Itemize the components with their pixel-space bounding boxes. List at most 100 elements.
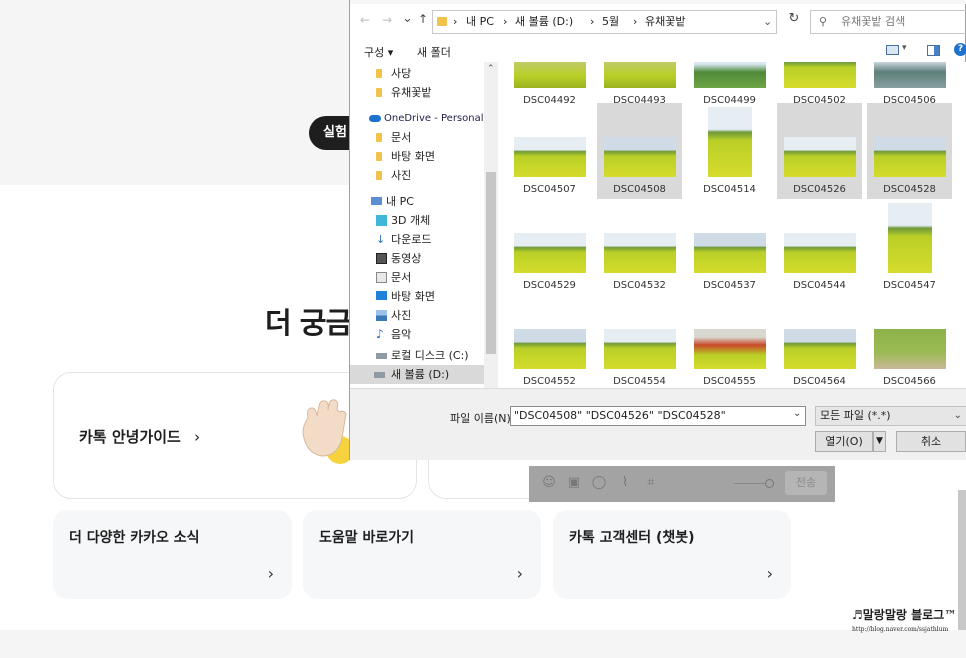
nav-item[interactable]: 로컬 디스크 (C:)	[350, 346, 484, 365]
nav-item-label: 음악	[391, 328, 412, 341]
image-thumbnail	[694, 329, 766, 369]
image-thumbnail	[888, 203, 932, 273]
filename-input[interactable]: "DSC04508" "DSC04526" "DSC04528"	[510, 406, 806, 426]
speech-bubble-icon[interactable]: ◯	[591, 475, 607, 491]
forward-arrow-icon[interactable]: →	[382, 13, 392, 27]
footer-strip	[0, 630, 966, 658]
organize-menu[interactable]: 구성 ▾	[364, 44, 393, 60]
send-button[interactable]: 전송	[785, 471, 827, 495]
file-name: DSC04555	[703, 376, 756, 387]
nav-item-label: 다운로드	[391, 233, 432, 246]
nav-item[interactable]: 문서	[350, 268, 484, 287]
recent-locations-icon[interactable]: ⌄	[402, 11, 413, 26]
file-tile[interactable]: DSC04544	[777, 199, 862, 295]
file-tile[interactable]: DSC04514	[687, 103, 772, 199]
file-tile[interactable]: DSC04555	[687, 295, 772, 388]
nav-item[interactable]: 유채꽃밭	[350, 83, 484, 102]
nav-item[interactable]: 문서	[350, 128, 484, 147]
desktop-icon	[376, 291, 387, 300]
refresh-icon[interactable]: ↻	[782, 11, 806, 35]
nav-item[interactable]: 사진	[350, 166, 484, 185]
file-tile[interactable]: DSC04508	[597, 103, 682, 199]
nav-item[interactable]: OneDrive - Personal	[350, 109, 484, 128]
file-name: DSC04507	[523, 184, 576, 195]
navigation-scrollbar[interactable]: ⌃	[484, 62, 498, 388]
file-tile[interactable]: DSC04552	[507, 295, 592, 388]
image-thumbnail	[784, 62, 856, 88]
folder-icon	[376, 88, 382, 97]
kakao-news-card[interactable]: 더 다양한 카카오 소식 ›	[53, 510, 292, 599]
file-tile[interactable]: DSC04507	[507, 103, 592, 199]
chevron-right-icon: ›	[516, 564, 523, 583]
file-tile[interactable]: DSC04532	[597, 199, 682, 295]
nav-item[interactable]: 사당	[350, 64, 484, 83]
breadcrumb-item[interactable]: 유채꽃밭	[645, 11, 685, 33]
nav-item[interactable]: 바탕 화면	[350, 287, 484, 306]
scrollbar-thumb[interactable]	[486, 172, 496, 354]
file-tile[interactable]: DSC04554	[597, 295, 682, 388]
slider-handle[interactable]	[765, 479, 774, 488]
file-tile[interactable]: DSC04526	[777, 103, 862, 199]
image-thumbnail	[604, 329, 676, 369]
file-tile[interactable]: DSC04537	[687, 199, 772, 295]
paperclip-icon[interactable]: ⌇	[617, 475, 633, 491]
up-arrow-icon[interactable]: ↑	[418, 12, 428, 26]
file-tile[interactable]: DSC04564	[777, 295, 862, 388]
cancel-button[interactable]: 취소	[896, 431, 966, 452]
image-thumbnail	[694, 62, 766, 88]
organize-label: 구성	[364, 46, 385, 59]
open-button[interactable]: 열기(O)	[815, 431, 873, 452]
help-icon[interactable]: ?	[954, 43, 966, 56]
breadcrumb-item[interactable]: 내 PC	[466, 11, 494, 33]
chevron-down-icon[interactable]: ⌄	[793, 408, 801, 419]
view-options-icon[interactable]	[886, 45, 899, 55]
preview-pane-icon[interactable]	[927, 45, 940, 56]
nav-item-label: 바탕 화면	[391, 290, 435, 303]
new-folder-button[interactable]: 새 폴더	[417, 44, 451, 60]
nav-item-label: 로컬 디스크 (C:)	[391, 349, 469, 362]
nav-item[interactable]: 바탕 화면	[350, 147, 484, 166]
breadcrumb-separator: ›	[633, 15, 638, 28]
nav-item[interactable]: ↓ 다운로드	[350, 230, 484, 249]
nav-item[interactable]: 내 PC	[350, 192, 484, 211]
nav-item[interactable]: 3D 개체	[350, 211, 484, 230]
document-icon	[376, 272, 387, 283]
chevron-down-icon[interactable]: ▾	[902, 43, 907, 53]
chevron-down-icon[interactable]: ⌄	[763, 11, 772, 33]
file-name: DSC04537	[703, 280, 756, 291]
back-arrow-icon[interactable]: ←	[360, 13, 370, 27]
file-tile[interactable]: DSC04529	[507, 199, 592, 295]
crop-icon[interactable]: ⌗	[643, 475, 659, 491]
nav-item[interactable]: 동영상	[350, 249, 484, 268]
file-tile[interactable]: DSC04547	[867, 199, 952, 295]
breadcrumb-item[interactable]: 새 볼륨 (D:)	[515, 11, 573, 33]
image-thumbnail	[514, 329, 586, 369]
drive-icon	[374, 372, 385, 378]
image-thumbnail	[514, 62, 586, 88]
nav-item-label: 사진	[391, 169, 412, 182]
nav-item-label: 동영상	[391, 252, 422, 265]
nav-item[interactable]: 사진	[350, 306, 484, 325]
pc-icon	[371, 197, 382, 205]
breadcrumb-item[interactable]: 5월	[602, 11, 619, 33]
emoji-icon[interactable]: ☺	[541, 475, 557, 491]
file-tile[interactable]: DSC04528	[867, 103, 952, 199]
nav-item[interactable]: 새 볼륨 (D:)	[350, 365, 484, 384]
chatbot-card[interactable]: 카톡 고객센터 (챗봇) ›	[553, 510, 791, 599]
guide-card-label-row: 카톡 안녕가이드 ›	[79, 426, 200, 447]
file-tile[interactable]: DSC04566	[867, 295, 952, 388]
breadcrumb-separator: ›	[453, 15, 458, 28]
open-dropdown-button[interactable]: ▼	[873, 431, 886, 452]
scroll-up-icon[interactable]: ⌃	[487, 64, 495, 74]
breadcrumb-separator: ›	[590, 15, 595, 28]
address-bar[interactable]: › 내 PC › 새 볼륨 (D:) › 5월 › 유채꽃밭 ⌄	[432, 10, 777, 34]
folder-icon	[376, 133, 382, 142]
nav-item[interactable]: ♪ 음악	[350, 325, 484, 344]
pictures-icon	[376, 310, 387, 321]
search-input[interactable]: ⚲ 유채꽃밭 검색	[810, 10, 966, 34]
chat-input-toolbar: ☺ ▣ ◯ ⌇ ⌗ 전송	[529, 466, 835, 502]
file-type-select[interactable]: 모든 파일 (*.*) ⌄	[815, 406, 966, 426]
nav-item-label: 문서	[391, 131, 412, 144]
calendar-icon[interactable]: ▣	[566, 475, 582, 491]
help-card[interactable]: 도움말 바로가기 ›	[303, 510, 541, 599]
